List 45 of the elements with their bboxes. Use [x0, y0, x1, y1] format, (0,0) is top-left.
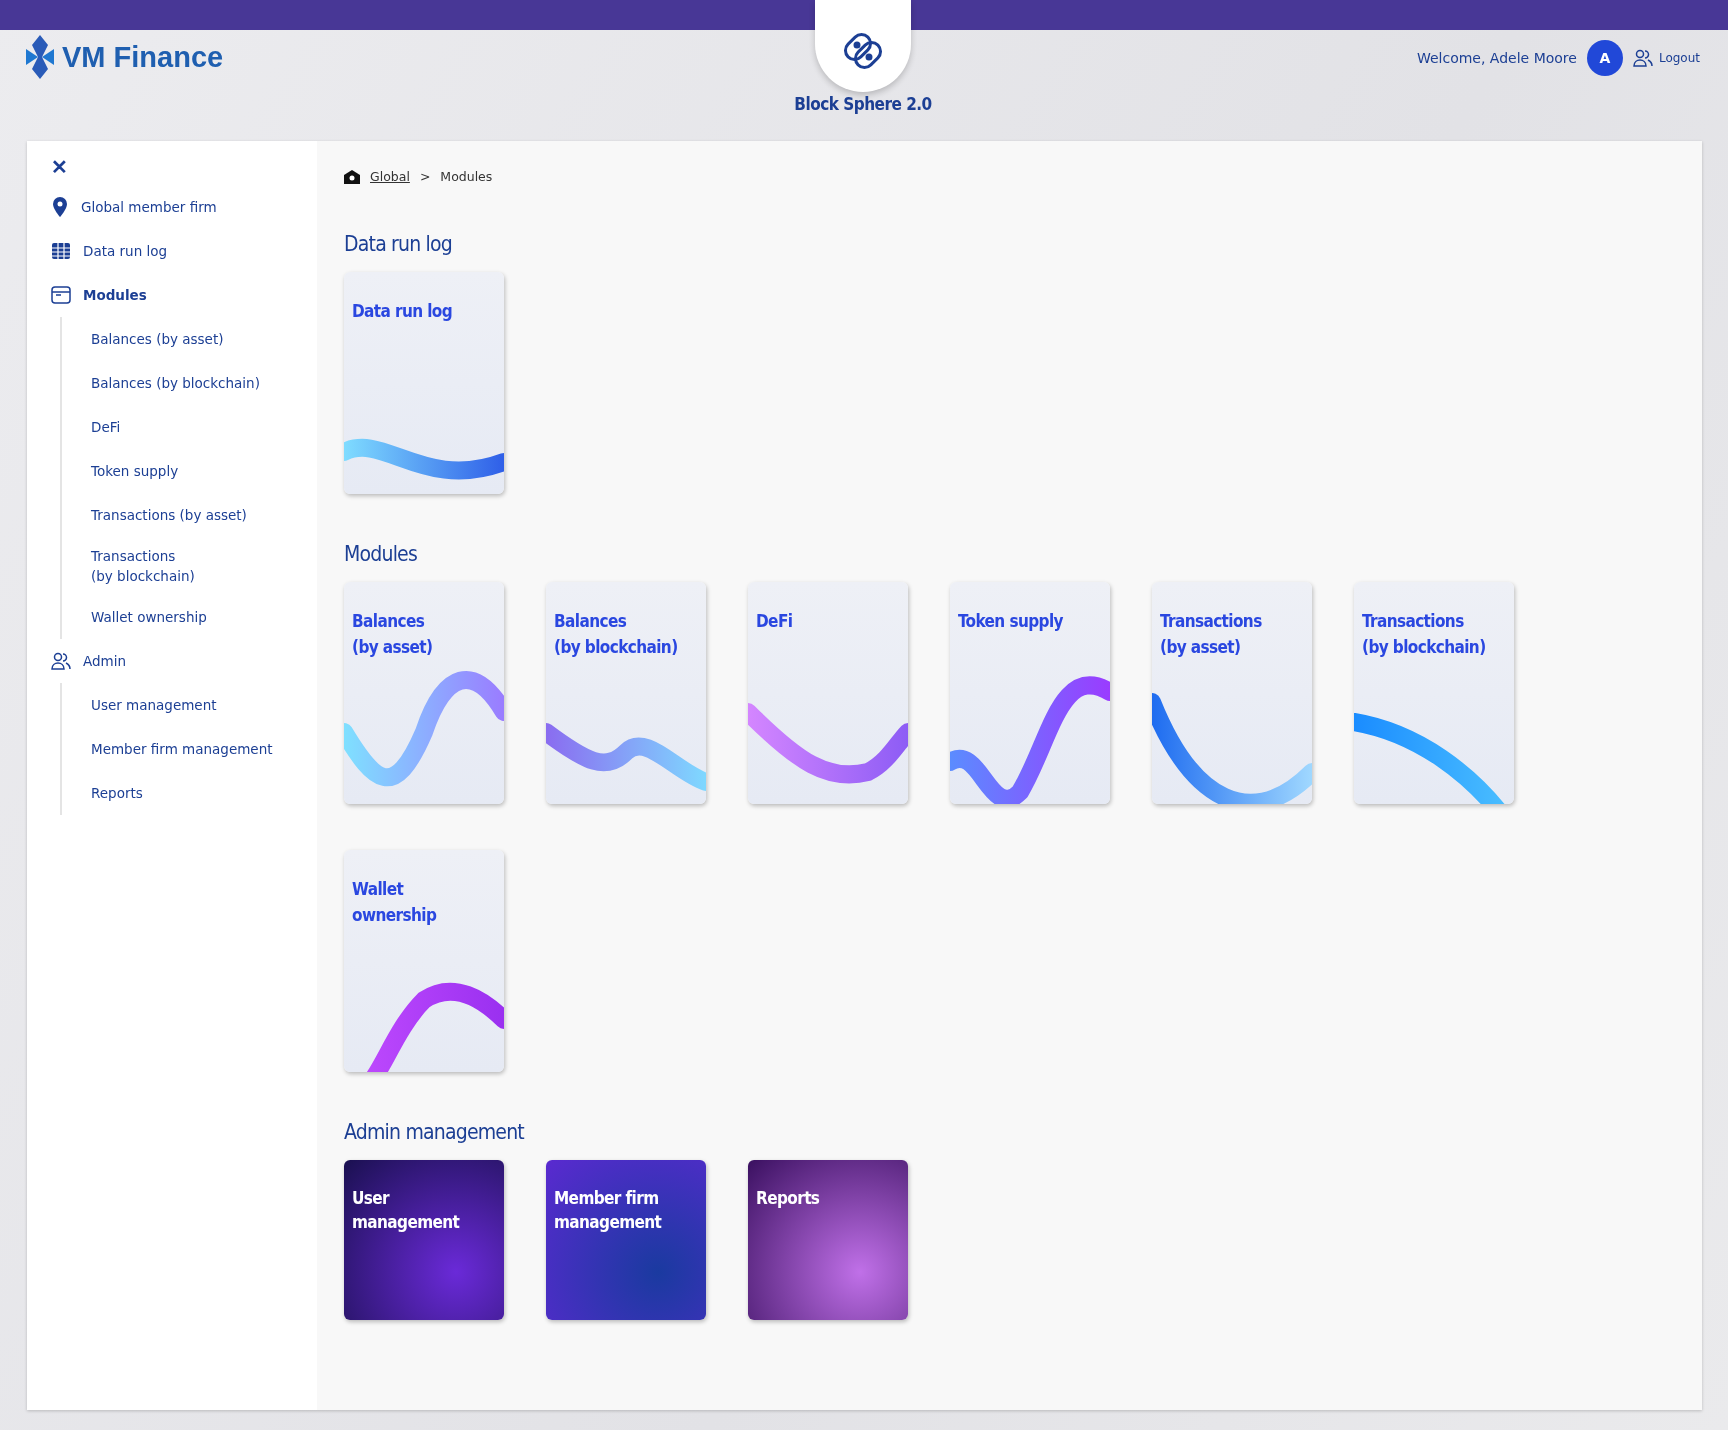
- sidebar-subitem[interactable]: Balances (by asset): [62, 317, 317, 361]
- breadcrumb-current: Modules: [440, 169, 493, 184]
- admin-card[interactable]: User management: [344, 1160, 504, 1320]
- welcome-text: Welcome, Adele Moore: [1416, 50, 1577, 66]
- sidebar-subitem[interactable]: DeFi: [62, 405, 317, 449]
- section-title: Data run log: [344, 232, 454, 256]
- module-card[interactable]: Transactions (by asset): [1152, 582, 1312, 804]
- module-card[interactable]: Balances (by blockchain): [546, 582, 706, 804]
- module-card[interactable]: DeFi: [748, 582, 908, 804]
- sidebar-subitem[interactable]: Token supply: [62, 449, 317, 493]
- window-icon: [51, 286, 71, 304]
- section-title: Admin management: [344, 1120, 526, 1144]
- sidebar-subitem[interactable]: Transactions (by asset): [62, 493, 317, 537]
- user-avatar[interactable]: A: [1586, 40, 1623, 76]
- home-icon: [344, 169, 360, 184]
- breadcrumb-separator: >: [419, 169, 431, 184]
- brand-name: VM Finance: [62, 40, 224, 74]
- close-button[interactable]: ✕: [51, 155, 77, 179]
- logout-button[interactable]: Logout: [1632, 49, 1700, 67]
- sidebar-subitem[interactable]: Reports: [62, 771, 317, 815]
- module-card[interactable]: Wallet ownership: [344, 850, 504, 1072]
- admin-card[interactable]: Reports: [748, 1160, 908, 1320]
- logo-icon: [26, 35, 54, 79]
- module-card[interactable]: Transactions (by blockchain): [1354, 582, 1514, 804]
- users-icon: [1632, 49, 1653, 67]
- sidebar-item[interactable]: Modules: [51, 273, 317, 317]
- sidebar-subitem[interactable]: Balances (by blockchain): [62, 361, 317, 405]
- users-icon: [51, 652, 71, 670]
- breadcrumb-link[interactable]: Global: [370, 169, 410, 184]
- product-name: Block Sphere 2.0: [794, 94, 932, 114]
- admin-card[interactable]: Member firm management: [546, 1160, 706, 1320]
- sidebar-subitem[interactable]: Transactions (by blockchain): [62, 537, 317, 595]
- sidebar-item[interactable]: Admin: [51, 639, 317, 683]
- section-title: Modules: [344, 542, 418, 566]
- sidebar-subitem[interactable]: User management: [62, 683, 317, 727]
- grid-icon: [51, 242, 71, 260]
- sidebar-subitem[interactable]: Wallet ownership: [62, 595, 317, 639]
- sidebar-item[interactable]: Global member firm: [51, 185, 317, 229]
- linked-rings-icon: [843, 31, 883, 71]
- location-pin-icon: [51, 197, 69, 217]
- module-card[interactable]: Data run log: [344, 272, 504, 494]
- module-card[interactable]: Balances (by asset): [344, 582, 504, 804]
- module-card[interactable]: Token supply: [950, 582, 1110, 804]
- sidebar-subitem[interactable]: Member firm management: [62, 727, 317, 771]
- sidebar-item[interactable]: Data run log: [51, 229, 317, 273]
